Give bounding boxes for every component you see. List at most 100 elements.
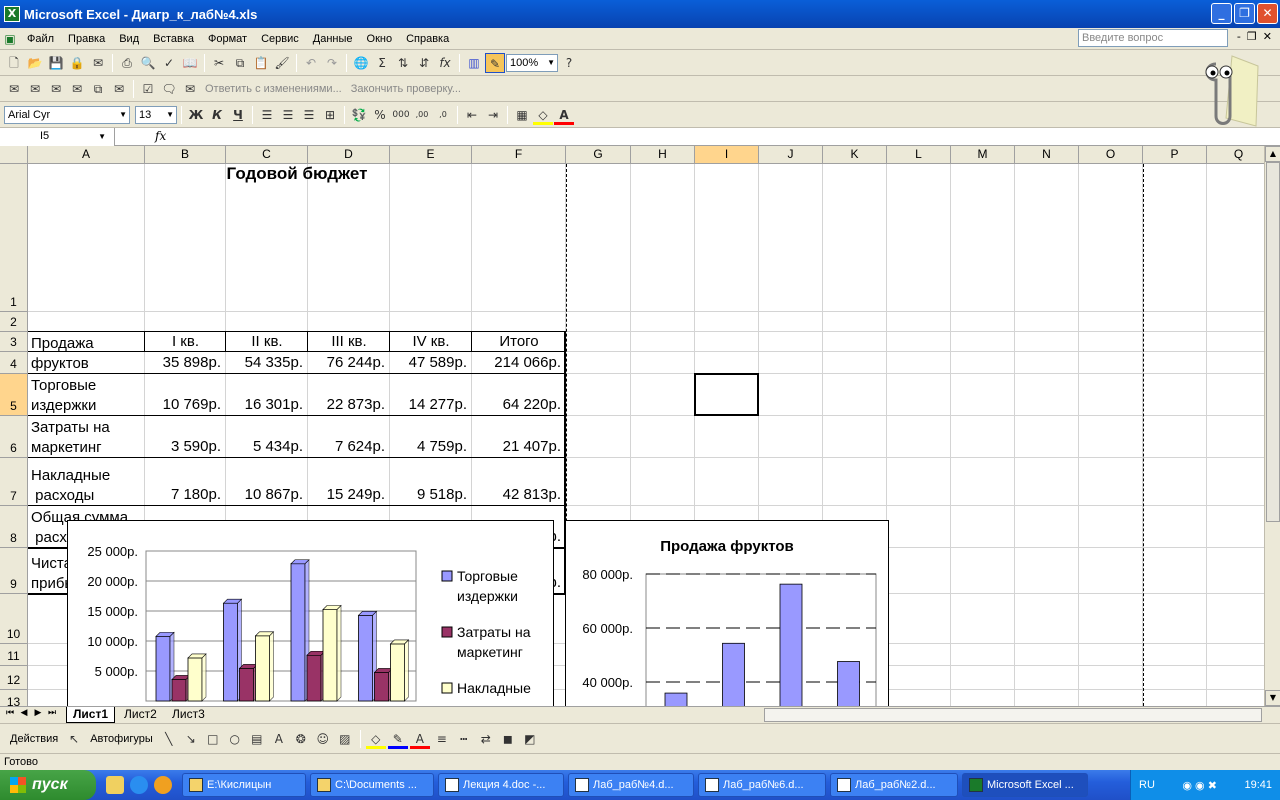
column-header-F[interactable]: F bbox=[472, 146, 566, 164]
table-cell[interactable]: 3 590р. bbox=[145, 437, 221, 457]
row-header-9[interactable]: 9 bbox=[0, 548, 28, 594]
table-cell[interactable]: 16 301р. bbox=[226, 395, 303, 415]
fill-color-icon[interactable]: ◇ bbox=[365, 729, 386, 749]
help-icon[interactable]: ? bbox=[559, 53, 579, 73]
row-label[interactable]: Продажа фруктов bbox=[31, 335, 143, 375]
borders-icon[interactable]: ▦ bbox=[512, 105, 532, 125]
ask-question-input[interactable]: Введите вопрос bbox=[1078, 29, 1228, 47]
percent-icon[interactable]: % bbox=[370, 105, 390, 125]
column-header-J[interactable]: J bbox=[759, 146, 823, 164]
arrow-icon[interactable]: ↘ bbox=[181, 729, 201, 749]
email-icon[interactable]: ✉ bbox=[88, 53, 108, 73]
review-icon-6[interactable]: ✉ bbox=[109, 79, 129, 99]
table-cell[interactable]: 14 277р. bbox=[390, 395, 467, 415]
rectangle-icon[interactable]: □ bbox=[203, 729, 223, 749]
table-cell[interactable]: 5 434р. bbox=[226, 437, 303, 457]
sheet-title[interactable]: Годовой бюджет bbox=[28, 164, 566, 184]
column-header-I[interactable]: I bbox=[695, 146, 759, 164]
table-cell[interactable]: 10 769р. bbox=[145, 395, 221, 415]
sheet-tab-2[interactable]: Лист2 bbox=[118, 707, 163, 723]
column-header-A[interactable]: A bbox=[28, 146, 145, 164]
chart-wizard-icon[interactable]: ▥ bbox=[464, 53, 484, 73]
column-header-G[interactable]: G bbox=[566, 146, 631, 164]
column-header-cell[interactable]: I кв. bbox=[145, 332, 226, 352]
select-all-corner[interactable] bbox=[0, 146, 28, 164]
vertical-scrollbar[interactable]: ▲ ▼ bbox=[1264, 146, 1280, 706]
office-assistant-clippy-icon[interactable] bbox=[1186, 46, 1260, 128]
prev-sheet-button[interactable]: ◀ bbox=[18, 708, 30, 718]
shadow-icon[interactable]: ◼ bbox=[498, 729, 518, 749]
menu-file[interactable]: Файл bbox=[20, 29, 61, 49]
menu-format[interactable]: Формат bbox=[201, 29, 254, 49]
font-size-select[interactable]: 13 ▼ bbox=[135, 105, 177, 124]
align-right-icon[interactable]: ☰ bbox=[299, 105, 319, 125]
autosum-icon[interactable]: Σ bbox=[372, 53, 392, 73]
table-cell[interactable]: 42 813р. bbox=[472, 485, 561, 505]
line-icon[interactable]: ╲ bbox=[159, 729, 179, 749]
row-header-8[interactable]: 8 bbox=[0, 506, 28, 548]
picture-icon[interactable]: ▨ bbox=[335, 729, 355, 749]
menu-data[interactable]: Данные bbox=[306, 29, 360, 49]
row-header-10[interactable]: 10 bbox=[0, 594, 28, 644]
wordart-icon[interactable]: A bbox=[269, 729, 289, 749]
table-cell[interactable]: 64 220р. bbox=[472, 395, 561, 415]
menu-view[interactable]: Вид bbox=[112, 29, 146, 49]
textbox-icon[interactable]: ▤ bbox=[247, 729, 267, 749]
end-review-button[interactable]: Закончить проверку... bbox=[347, 83, 465, 95]
cut-icon[interactable]: ✂ bbox=[209, 53, 229, 73]
column-header-cell[interactable]: III кв. bbox=[308, 332, 390, 352]
task-word-2[interactable]: Лаб_раб№4.d... bbox=[568, 773, 694, 797]
permission-icon[interactable]: 🔒 bbox=[67, 53, 87, 73]
comment-icon[interactable]: 🗨 bbox=[159, 79, 179, 99]
menu-edit[interactable]: Правка bbox=[61, 29, 112, 49]
row-header-7[interactable]: 7 bbox=[0, 458, 28, 506]
doc-minimize-button[interactable]: - bbox=[1237, 30, 1241, 43]
name-box[interactable]: I5 ▼ bbox=[0, 128, 115, 146]
autoshapes-menu[interactable]: Автофигуры bbox=[86, 733, 157, 745]
new-icon[interactable]: 🗋 bbox=[4, 53, 24, 73]
line-color-icon[interactable]: ✎ bbox=[387, 729, 408, 749]
workbook-icon[interactable]: ▣ bbox=[0, 29, 20, 49]
save-icon[interactable]: 💾 bbox=[46, 53, 66, 73]
sheet-tab-3[interactable]: Лист3 bbox=[166, 707, 211, 723]
table-cell[interactable]: 35 898р. bbox=[145, 353, 221, 373]
media-player-icon[interactable] bbox=[154, 776, 172, 794]
bold-button[interactable]: Ж bbox=[186, 105, 206, 125]
column-header-Q[interactable]: Q bbox=[1207, 146, 1264, 164]
clipart-icon[interactable]: ☺ bbox=[313, 729, 333, 749]
fill-color-icon[interactable]: ◇ bbox=[533, 105, 553, 125]
decrease-decimal-icon[interactable]: ,0 bbox=[433, 105, 453, 125]
table-cell[interactable]: 22 873р. bbox=[308, 395, 385, 415]
reply-icon[interactable]: ✉ bbox=[180, 79, 200, 99]
redo-icon[interactable]: ↷ bbox=[322, 53, 342, 73]
review-icon-3[interactable]: ✉ bbox=[46, 79, 66, 99]
paste-icon[interactable]: 📋 bbox=[251, 53, 271, 73]
task-explorer-2[interactable]: C:\Documents ... bbox=[310, 773, 434, 797]
sort-desc-icon[interactable]: ⇵ bbox=[414, 53, 434, 73]
table-cell[interactable]: 7 180р. bbox=[145, 485, 221, 505]
align-center-icon[interactable]: ☰ bbox=[278, 105, 298, 125]
copy-icon[interactable]: ⧉ bbox=[230, 53, 250, 73]
decrease-indent-icon[interactable]: ⇤ bbox=[462, 105, 482, 125]
font-color-icon[interactable]: A bbox=[554, 105, 574, 125]
print-icon[interactable]: ⎙ bbox=[117, 53, 137, 73]
column-header-L[interactable]: L bbox=[887, 146, 951, 164]
column-header-K[interactable]: K bbox=[823, 146, 887, 164]
column-header-O[interactable]: O bbox=[1079, 146, 1143, 164]
insert-function-icon[interactable]: fx bbox=[435, 53, 455, 73]
sort-asc-icon[interactable]: ⇅ bbox=[393, 53, 413, 73]
chart-expenses[interactable]: 25 000р. 20 000р. 15 000р. 10 000р. 5 000р. Т… bbox=[67, 520, 554, 706]
table-cell[interactable]: 4 759р. bbox=[390, 437, 467, 457]
table-cell[interactable]: 10 867р. bbox=[226, 485, 303, 505]
drawing-icon[interactable]: ✎ bbox=[485, 52, 505, 73]
italic-button[interactable]: К bbox=[207, 105, 227, 125]
column-header-cell[interactable]: IV кв. bbox=[390, 332, 472, 352]
open-icon[interactable]: 📂 bbox=[25, 53, 45, 73]
column-header-E[interactable]: E bbox=[390, 146, 472, 164]
row-header-4[interactable]: 4 bbox=[0, 352, 28, 374]
spelling-icon[interactable]: ✓ bbox=[159, 53, 179, 73]
row-header-13[interactable]: 13 bbox=[0, 690, 28, 706]
research-icon[interactable]: 📖 bbox=[180, 53, 200, 73]
task-excel[interactable]: Microsoft Excel ... bbox=[962, 773, 1088, 797]
scroll-up-button[interactable]: ▲ bbox=[1265, 146, 1280, 162]
